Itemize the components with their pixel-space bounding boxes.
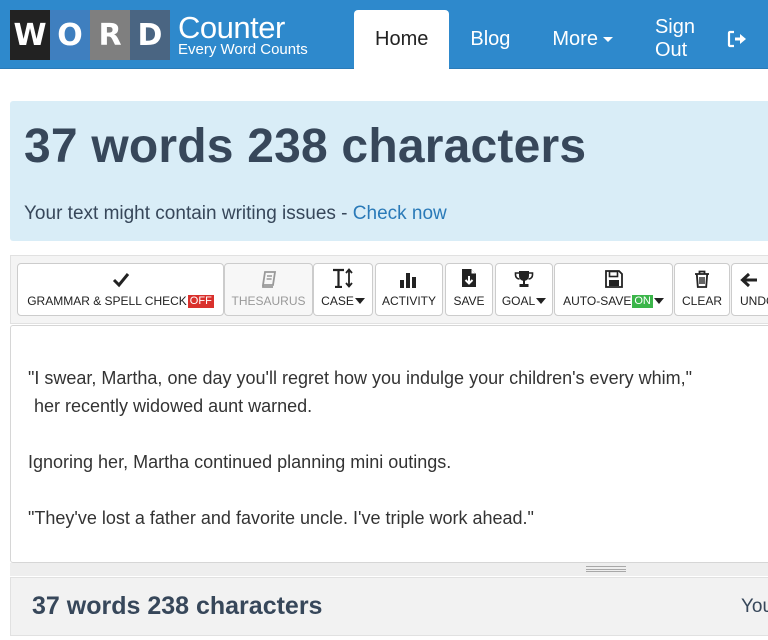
save-button[interactable]: SAVE	[445, 263, 493, 316]
footer-trailing-text: You	[741, 596, 768, 617]
auto-save-label: AUTO-SAVE	[563, 294, 632, 308]
trash-icon	[695, 270, 709, 288]
word-character-count: 37 words 238 characters	[24, 120, 587, 173]
logo-letter-o: O	[50, 10, 90, 60]
checkmark-icon	[112, 273, 129, 288]
logo-letter-d: D	[130, 10, 170, 60]
activity-button[interactable]: ACTIVITY	[375, 263, 443, 316]
writing-issues-notice: Your text might contain writing issues -…	[24, 203, 447, 225]
goal-label: GOAL	[501, 294, 536, 308]
nav-home[interactable]: Home	[354, 10, 450, 69]
logo-letter-w: W	[10, 10, 50, 60]
grammar-spell-check-button[interactable]: GRAMMAR & SPELL CHECK OFF	[17, 263, 224, 316]
editor-paragraph: "They've lost a father and favorite uncl…	[28, 508, 534, 528]
footer-stats-bar: 37 words 238 characters You	[10, 577, 768, 636]
nav-blog[interactable]: Blog	[449, 10, 531, 68]
thesaurus-button[interactable]: THESAURUS	[224, 263, 313, 316]
caret-down-icon	[354, 298, 365, 304]
check-now-link[interactable]: Check now	[353, 203, 447, 224]
nav-blog-label: Blog	[470, 27, 511, 50]
editor-toolbar: GRAMMAR & SPELL CHECK OFF THESAURUS CASE…	[10, 255, 768, 324]
activity-label: ACTIVITY	[381, 294, 436, 308]
goal-dropdown-button[interactable]: GOAL	[495, 263, 553, 316]
writing-issues-text: Your text might contain writing issues -	[24, 203, 353, 224]
text-editor[interactable]: "I swear, Martha, one day you'll regret …	[10, 325, 768, 563]
auto-save-dropdown-button[interactable]: AUTO-SAVE ON	[554, 263, 673, 316]
sign-out-icon	[727, 30, 747, 48]
editor-paragraph: her recently widowed aunt warned.	[34, 396, 313, 416]
undo-label: UNDO	[740, 294, 768, 308]
editor-paragraph: Ignoring her, Martha continued planning …	[28, 452, 452, 472]
nav-signout[interactable]: Sign Out	[634, 10, 768, 68]
nav-more-dropdown[interactable]: More	[531, 10, 634, 68]
floppy-disk-icon	[604, 270, 623, 288]
nav-more-label: More	[552, 27, 598, 50]
case-label: CASE	[321, 294, 354, 308]
wordcounter-logo[interactable]: W O R D Counter Every Word Counts	[10, 10, 308, 60]
caret-down-icon	[653, 298, 664, 304]
grammar-status-badge: OFF	[187, 294, 214, 308]
auto-save-status-badge: ON	[632, 294, 653, 308]
clear-button[interactable]: CLEAR	[674, 263, 730, 316]
resize-grip-icon[interactable]	[586, 566, 626, 572]
bar-chart-icon	[400, 273, 416, 288]
caret-down-icon	[536, 298, 547, 304]
nav-home-label: Home	[375, 28, 429, 50]
arrow-left-icon	[740, 272, 757, 288]
grammar-label: GRAMMAR & SPELL CHECK	[27, 294, 187, 308]
logo-letter-r: R	[90, 10, 130, 60]
editor-resize-bar[interactable]	[10, 563, 768, 576]
footer-word-character-count: 37 words 238 characters	[32, 592, 323, 620]
logo-title: Counter	[178, 9, 285, 45]
caret-down-icon	[602, 36, 613, 42]
case-dropdown-button[interactable]: CASE	[313, 263, 373, 316]
download-file-icon	[462, 269, 476, 287]
undo-button[interactable]: UNDO	[731, 263, 768, 316]
main-nav: Home Blog More Sign Out	[354, 10, 768, 69]
thesaurus-label: THESAURUS	[231, 294, 306, 308]
stats-panel: 37 words 238 characters Your text might …	[10, 101, 768, 241]
trophy-icon	[514, 271, 534, 287]
logo-tagline: Every Word Counts	[178, 40, 308, 58]
clear-label: CLEAR	[681, 294, 722, 308]
editor-paragraph: "I swear, Martha, one day you'll regret …	[28, 368, 692, 388]
navbar: W O R D Counter Every Word Counts Home B…	[0, 0, 768, 69]
nav-signout-label: Sign Out	[654, 16, 695, 61]
book-icon	[261, 271, 276, 288]
save-label: SAVE	[453, 294, 485, 308]
logo-text: Counter Every Word Counts	[178, 10, 308, 60]
text-case-icon	[333, 268, 353, 288]
